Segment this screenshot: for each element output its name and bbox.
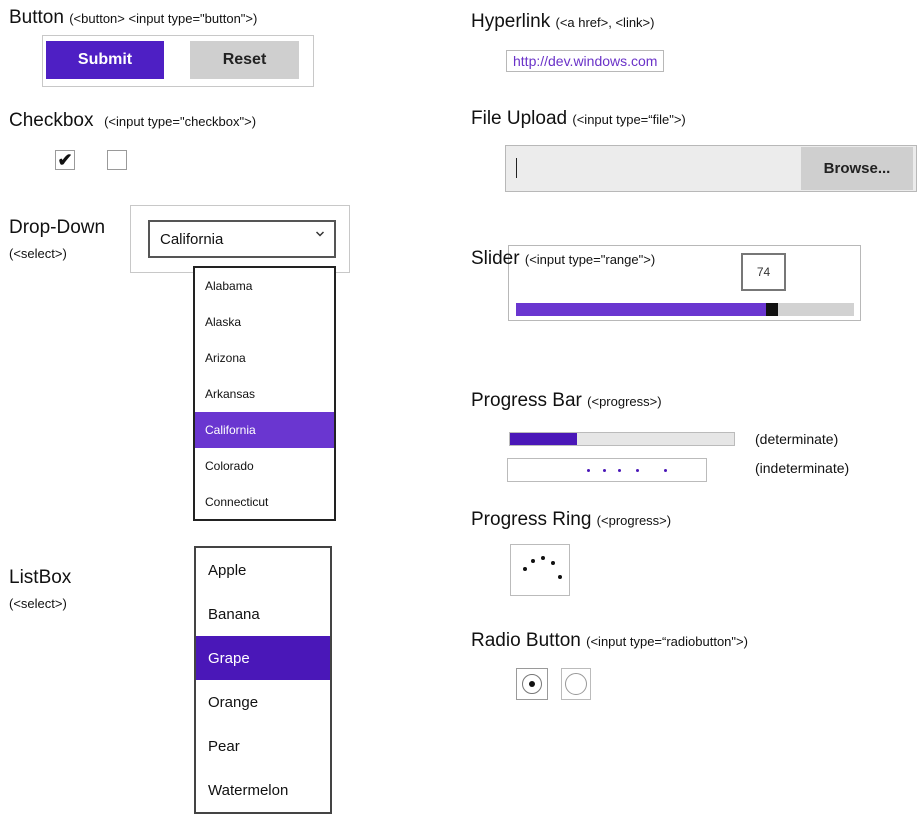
- slider-thumb[interactable]: [766, 303, 778, 316]
- dropdown-select[interactable]: California: [148, 220, 336, 258]
- button-heading: Button (<button> <input type="button">): [9, 7, 258, 28]
- radio-button-selected[interactable]: [516, 668, 548, 700]
- ring-dot: [551, 561, 555, 565]
- dropdown-code: (<select>): [9, 246, 67, 261]
- submit-button[interactable]: Submit: [46, 41, 164, 79]
- progress-dot: [618, 469, 621, 472]
- file-upload-field[interactable]: Browse...: [505, 145, 917, 192]
- listbox-item-pear[interactable]: Pear: [196, 724, 330, 768]
- radio-dot: [529, 681, 535, 687]
- text-caret: [516, 158, 517, 178]
- listbox-item-banana[interactable]: Banana: [196, 592, 330, 636]
- checkbox-checked[interactable]: ✔: [55, 150, 75, 170]
- ring-dot: [558, 575, 562, 579]
- progress-ring-heading: Progress Ring (<progress>): [471, 509, 672, 530]
- dropdown-selected-value: California: [160, 230, 224, 248]
- listbox-item-orange[interactable]: Orange: [196, 680, 330, 724]
- listbox: Apple Banana Grape Orange Pear Watermelo…: [194, 546, 332, 814]
- indeterminate-label: (indeterminate): [755, 460, 850, 476]
- slider-value-tooltip: 74: [741, 253, 786, 291]
- dropdown-option-colorado[interactable]: Colorado: [195, 448, 334, 484]
- progress-dot: [587, 469, 590, 472]
- button-demo-frame: Submit Reset: [42, 35, 314, 87]
- radio-button-unselected[interactable]: [561, 668, 591, 700]
- progress-bar-determinate: [509, 432, 735, 446]
- listbox-item-watermelon[interactable]: Watermelon: [196, 768, 330, 812]
- listbox-item-apple[interactable]: Apple: [196, 548, 330, 592]
- ring-dot: [531, 559, 535, 563]
- dropdown-frame: California: [130, 205, 350, 273]
- hyperlink[interactable]: http://dev.windows.com: [506, 50, 665, 72]
- ring-dot: [541, 556, 545, 560]
- chevron-down-icon: [316, 231, 324, 237]
- dropdown-option-list: Alabama Alaska Arizona Arkansas Californ…: [193, 266, 336, 521]
- progress-dot: [636, 469, 639, 472]
- dropdown-option-alaska[interactable]: Alaska: [195, 304, 334, 340]
- listbox-heading: ListBox: [9, 567, 72, 588]
- progress-dot: [603, 469, 606, 472]
- dropdown-option-arizona[interactable]: Arizona: [195, 340, 334, 376]
- radio-circle: [522, 674, 542, 694]
- radio-circle: [565, 673, 587, 695]
- listbox-code: (<select>): [9, 596, 67, 611]
- listbox-item-grape[interactable]: Grape: [196, 636, 330, 680]
- progress-dot: [664, 469, 667, 472]
- progress-bar-fill: [510, 433, 578, 445]
- checkbox-heading: Checkbox (<input type="checkbox">): [9, 110, 257, 131]
- dropdown-option-california[interactable]: California: [195, 412, 334, 448]
- checkbox-unchecked[interactable]: [107, 150, 127, 170]
- progress-bar-heading: Progress Bar (<progress>): [471, 390, 662, 411]
- dropdown-option-alabama[interactable]: Alabama: [195, 268, 334, 304]
- slider-heading: Slider (<input type="range">): [471, 248, 656, 269]
- dropdown-option-connecticut[interactable]: Connecticut: [195, 484, 334, 520]
- file-upload-heading: File Upload (<input type=“file">): [471, 108, 686, 129]
- determinate-label: (determinate): [755, 431, 839, 447]
- slider-fill: [516, 303, 766, 316]
- dropdown-heading: Drop-Down: [9, 217, 106, 238]
- dropdown-option-arkansas[interactable]: Arkansas: [195, 376, 334, 412]
- progress-bar-indeterminate: [507, 458, 707, 482]
- reset-button[interactable]: Reset: [190, 41, 299, 79]
- hyperlink-heading: Hyperlink (<a href>, <link>): [471, 11, 655, 32]
- browse-button[interactable]: Browse...: [801, 147, 913, 190]
- radio-button-heading: Radio Button (<input type=“radiobutton">…: [471, 630, 748, 651]
- progress-ring: [510, 544, 570, 596]
- ring-dot: [523, 567, 527, 571]
- slider-track[interactable]: [516, 303, 854, 316]
